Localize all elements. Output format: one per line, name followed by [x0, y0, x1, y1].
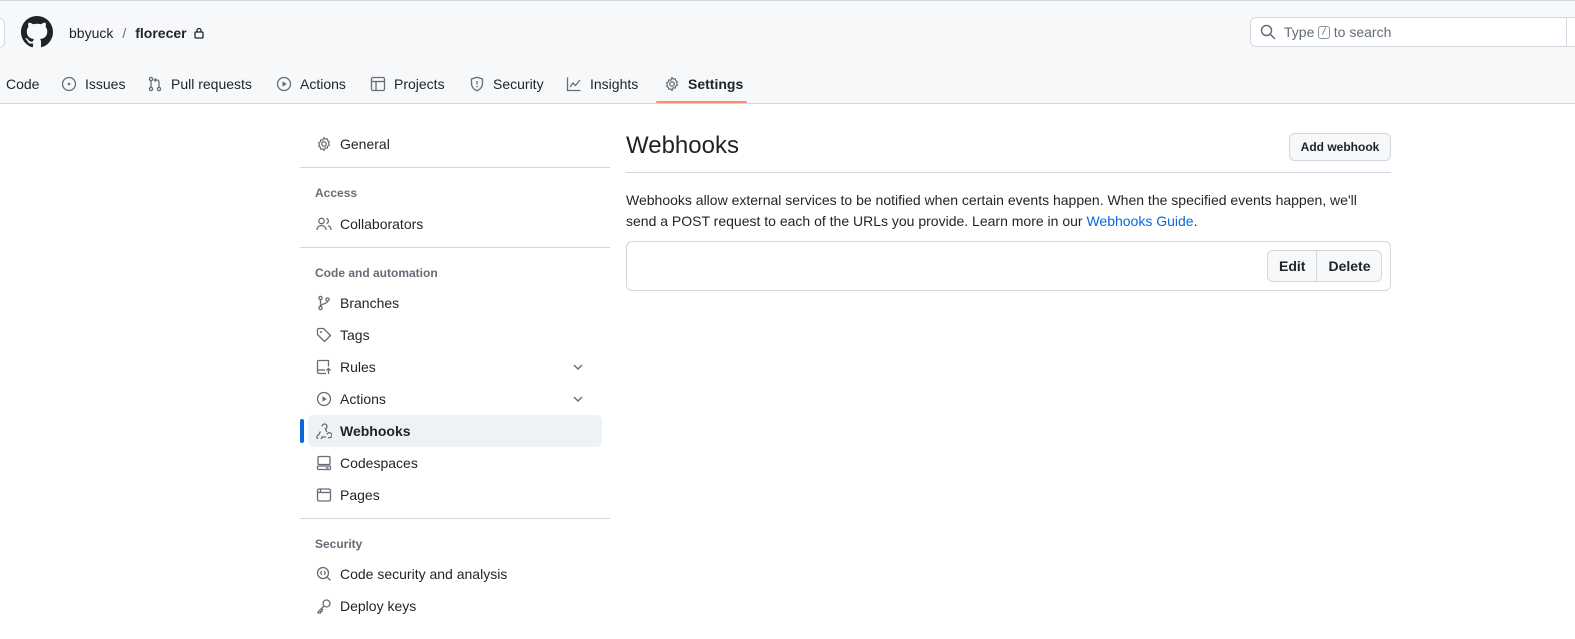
delete-button[interactable]: Delete [1317, 250, 1383, 282]
tab-label: Security [493, 76, 544, 92]
edit-button[interactable]: Edit [1267, 250, 1318, 282]
sidebar-divider [300, 518, 610, 519]
tab-actions[interactable]: Actions [276, 64, 346, 104]
sidebar-item-label: Actions [340, 391, 386, 407]
sidebar-item-label: General [340, 136, 390, 152]
browser-icon [316, 488, 332, 502]
tab-settings[interactable]: Settings [664, 64, 743, 104]
table-icon [370, 76, 386, 92]
play-icon [276, 76, 292, 92]
sidebar-item-label: Code security and analysis [340, 566, 508, 582]
webhooks-guide-link[interactable]: Webhooks Guide [1086, 213, 1193, 229]
title-divider [626, 172, 1391, 173]
lock-icon [193, 27, 204, 39]
active-item-indicator [300, 419, 304, 443]
sidebar-item-collaborators[interactable]: Collaborators [308, 208, 602, 240]
breadcrumb-owner[interactable]: bbyuck [69, 25, 113, 41]
tab-label: Settings [688, 76, 744, 92]
breadcrumb-repo[interactable]: florecer [135, 25, 186, 41]
tab-label: Issues [85, 76, 126, 92]
tab-projects[interactable]: Projects [370, 64, 445, 104]
sidebar-item-label: Pages [340, 487, 380, 503]
sidebar-item-branches[interactable]: Branches [308, 287, 602, 319]
tab-label: Projects [394, 76, 445, 92]
description-text: Webhooks allow external services to be n… [626, 192, 1357, 229]
sidebar-item-label: Codespaces [340, 455, 418, 471]
play-icon [316, 391, 332, 407]
page-title: Webhooks [626, 132, 739, 159]
sidebar-heading-access: Access [315, 186, 358, 200]
issue-icon [61, 76, 77, 92]
sidebar-heading-security: Security [315, 537, 363, 551]
codespaces-icon [316, 455, 332, 471]
branch-icon [318, 295, 330, 311]
sidebar-item-rules[interactable]: Rules [308, 351, 602, 383]
pull-request-icon [148, 76, 162, 92]
shield-icon [470, 76, 484, 92]
webhook-icon [316, 423, 332, 439]
search-prefix: Type [1284, 24, 1315, 40]
sidebar-item-label: Rules [340, 359, 376, 375]
search-icon [1260, 24, 1276, 40]
sidebar-divider [300, 167, 610, 168]
sidebar-divider [300, 247, 610, 248]
sidebar-item-codespaces[interactable]: Codespaces [308, 447, 602, 479]
codescan-icon [316, 566, 331, 581]
sidebar-item-deploy-keys[interactable]: Deploy keys [308, 590, 602, 622]
tab-issues[interactable]: Issues [61, 64, 125, 104]
chevron-down-icon[interactable] [572, 361, 584, 373]
tab-label: Code [6, 76, 40, 92]
sidebar-item-tags[interactable]: Tags [308, 319, 602, 351]
tab-label: Pull requests [171, 76, 252, 92]
tab-insights[interactable]: Insights [566, 64, 638, 104]
webhook-actions: Edit Delete [1267, 250, 1383, 282]
gear-icon [318, 136, 330, 152]
description-period: . [1193, 213, 1198, 229]
repo-push-icon [316, 359, 331, 375]
webhooks-description: Webhooks allow external services to be n… [626, 190, 1391, 232]
people-icon [316, 217, 332, 231]
tab-label: Insights [590, 76, 639, 92]
breadcrumb: bbyuck / florecer [69, 24, 205, 42]
active-tab-underline [656, 101, 747, 103]
tab-pull-requests[interactable]: Pull requests [147, 64, 252, 104]
graph-icon [566, 77, 581, 92]
github-logo-icon[interactable] [21, 16, 53, 48]
tab-label: Actions [300, 76, 346, 92]
sidebar-item-label: Tags [340, 327, 370, 343]
menu-button[interactable] [0, 18, 5, 48]
search-suffix: to search [1333, 24, 1392, 40]
breadcrumb-separator: / [122, 25, 127, 41]
sidebar-item-label: Branches [340, 295, 400, 311]
sidebar-item-pages[interactable]: Pages [308, 479, 602, 511]
search-edge [1566, 17, 1567, 47]
sidebar-item-webhooks[interactable]: Webhooks [308, 415, 602, 447]
sidebar-item-actions[interactable]: Actions [308, 383, 602, 415]
chevron-down-icon[interactable] [572, 393, 584, 405]
sidebar-item-label: Collaborators [340, 216, 424, 232]
tag-icon [316, 327, 332, 343]
sidebar-item-general[interactable]: General [308, 128, 602, 160]
tab-security[interactable]: Security [469, 64, 544, 104]
sidebar-item-label: Webhooks [340, 423, 411, 439]
tab-code[interactable]: Code [6, 64, 39, 104]
top-border [0, 0, 1575, 1]
repo-header: bbyuck / florecer Type / to search Code … [0, 0, 1575, 104]
sidebar-item-label: Deploy keys [340, 598, 417, 614]
sidebar-item-code-security[interactable]: Code security and analysis [308, 558, 602, 590]
gear-icon [666, 76, 678, 92]
search-input[interactable]: Type / to search [1250, 17, 1575, 47]
sidebar-heading-code-automation: Code and automation [315, 266, 438, 280]
add-webhook-button[interactable]: Add webhook [1289, 133, 1391, 161]
search-shortcut-key: / [1318, 25, 1330, 39]
key-icon [317, 599, 331, 614]
